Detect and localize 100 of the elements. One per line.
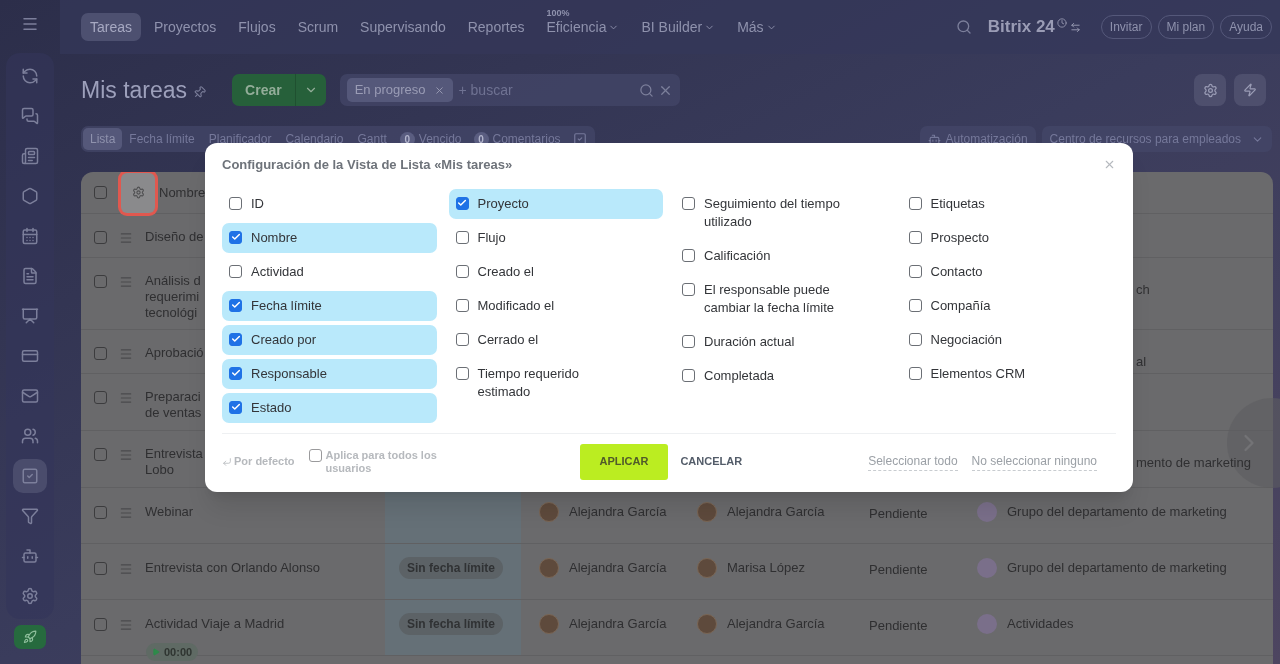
create-button[interactable]: Crear [232,74,326,106]
task-name[interactable]: Diseño de [145,229,204,245]
checkbox[interactable] [229,400,242,414]
checkbox[interactable] [455,332,469,346]
task-name[interactable]: Entrevista con Orlando Alonso [145,560,320,576]
nav-tab[interactable]: Reportes [458,13,534,41]
column-option[interactable]: Seguimiento del tiempo utilizado [675,188,890,237]
task-name[interactable]: Entrevista Lobo [145,446,203,478]
checkbox[interactable] [229,332,242,346]
task-name[interactable]: Aprobació [145,345,204,361]
column-option[interactable]: Actividad [222,256,437,287]
menu-icon[interactable] [21,15,39,33]
drag-handle-icon[interactable] [119,506,133,520]
column-option[interactable]: ID [222,188,437,219]
checkbox[interactable] [682,282,695,296]
column-option[interactable]: Duración actual [675,326,890,357]
checkbox[interactable] [455,196,469,210]
settings-button[interactable] [121,172,155,213]
checkbox[interactable] [455,298,469,312]
column-option[interactable]: Fecha límite [222,290,437,321]
column-option[interactable]: Etiquetas [901,188,1116,219]
lightning-button[interactable] [1234,74,1266,106]
nav-tab[interactable]: Supervisando [351,13,455,41]
column-option[interactable]: Proyecto [448,188,663,219]
row-checkbox[interactable] [94,347,107,360]
nav-tab[interactable]: BI Builder [632,13,725,41]
checkbox[interactable] [229,366,242,380]
checkbox[interactable] [682,248,695,262]
task-name[interactable]: Análisis d requerimi tecnológi [145,273,201,321]
creator-name[interactable]: Alejandra García [727,502,825,522]
row-checkbox[interactable] [94,562,107,575]
column-option[interactable]: Flujo [448,222,663,253]
task-name[interactable]: Preparaci de ventas [145,389,202,421]
checkbox[interactable] [455,230,469,244]
checkbox[interactable] [908,264,922,278]
drag-handle-icon[interactable] [119,231,133,245]
checkbox[interactable] [229,230,242,244]
checkbox[interactable] [908,196,922,210]
drag-handle-icon[interactable] [119,618,133,632]
checkbox[interactable] [229,264,242,278]
nav-tab[interactable]: Proyectos [145,13,226,41]
view-tab[interactable]: Fecha límite [122,128,202,150]
checkbox[interactable] [308,448,322,462]
drag-handle-icon[interactable] [119,562,133,576]
column-option[interactable]: Calificación [675,240,890,271]
checkbox[interactable] [229,196,242,210]
nav-tab[interactable]: Flujos [229,13,285,41]
filter-chip[interactable]: En progreso [346,78,453,102]
column-option[interactable]: Negociación [901,324,1116,355]
select-all-link[interactable]: Seleccionar todo [868,452,958,471]
column-option[interactable]: Creado el [448,256,663,287]
responsible-name[interactable]: Alejandra García [569,502,667,522]
search-icon[interactable] [638,82,654,98]
column-option[interactable]: Elementos CRM [901,358,1116,389]
column-option[interactable]: Contacto [901,256,1116,287]
rocket-button[interactable] [14,625,46,649]
close-icon[interactable] [433,84,445,96]
creator-name[interactable]: Alejandra García [727,614,825,634]
drag-handle-icon[interactable] [119,391,133,405]
project-name[interactable]: Grupo del departamento de marketing [1007,558,1227,578]
project-name[interactable]: Actividades [1007,614,1074,634]
row-checkbox[interactable] [94,448,107,461]
column-option[interactable]: Tiempo requerido estimado [448,358,663,407]
responsible-name[interactable]: Alejandra García [569,558,667,578]
row-checkbox[interactable] [94,506,107,519]
nav-tab[interactable]: Más [728,13,786,41]
apply-button[interactable]: APLICAR [579,443,669,480]
row-checkbox[interactable] [94,391,107,404]
checkbox[interactable] [682,368,695,382]
creator-name[interactable]: Marisa López [727,558,806,578]
column-option[interactable]: Responsable [222,358,437,389]
column-header[interactable]: Nombre [159,182,206,203]
apply-all-label[interactable]: Aplica para todos los usuarios [325,448,459,475]
sidebar-item[interactable] [13,459,47,493]
header-checkbox[interactable] [94,186,107,199]
column-option[interactable]: Estado [222,392,437,423]
drag-handle-icon[interactable] [119,275,133,289]
checkbox[interactable] [908,298,922,312]
settings-button[interactable] [1194,74,1226,106]
column-option[interactable]: Modificado el [448,290,663,321]
checkbox[interactable] [908,230,922,244]
row-checkbox[interactable] [94,618,107,631]
responsible-name[interactable]: Alejandra García [569,614,667,634]
select-none-link[interactable]: No seleccionar ninguno [971,452,1097,471]
column-option[interactable]: Prospecto [901,222,1116,253]
cancel-button[interactable]: CANCELAR [670,443,753,480]
row-checkbox[interactable] [94,275,107,288]
column-option[interactable]: Cerrado el [448,324,663,355]
swap-icon[interactable] [1069,21,1081,33]
column-option[interactable]: Completada [675,360,890,391]
row-checkbox[interactable] [94,231,107,244]
column-option[interactable]: El responsable puede cambiar la fecha límite [675,274,890,323]
search-icon[interactable] [955,19,972,35]
nav-tab[interactable]: Tareas [81,13,142,41]
task-name[interactable]: Actividad Viaje a Madrid [145,616,285,632]
view-tab[interactable]: Lista [83,128,123,150]
column-option[interactable]: Nombre [222,222,437,253]
checkbox[interactable] [229,298,242,312]
checkbox[interactable] [455,264,469,278]
checkbox[interactable] [682,196,695,210]
